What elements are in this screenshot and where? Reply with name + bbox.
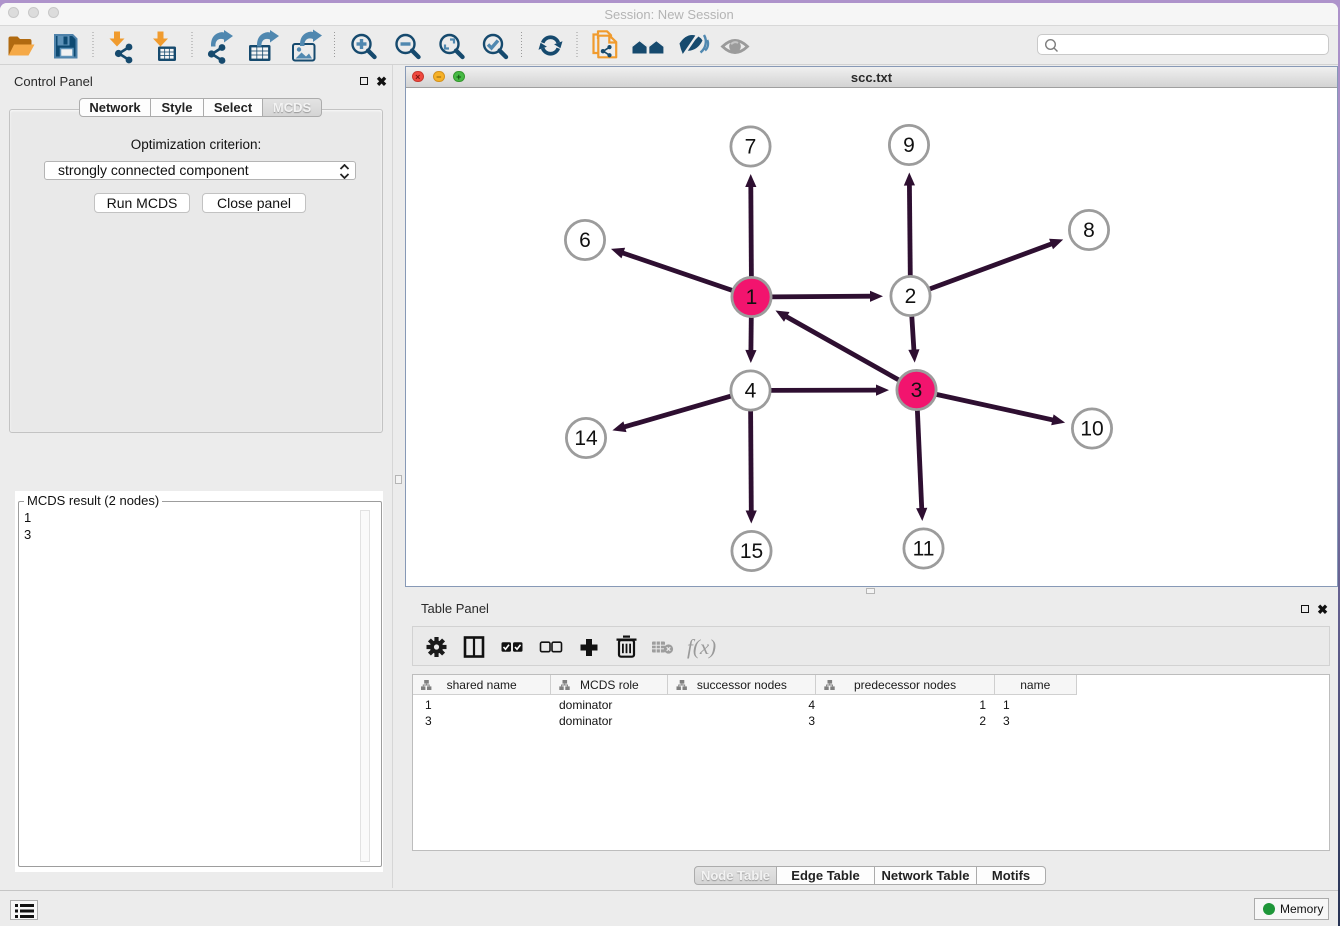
- svg-text:10: 10: [1080, 418, 1103, 441]
- svg-text:f(x): f(x): [687, 635, 716, 659]
- svg-text:2: 2: [905, 285, 917, 308]
- svg-text:8: 8: [1083, 219, 1095, 242]
- svg-text:11: 11: [913, 538, 935, 561]
- svg-text:7: 7: [745, 136, 757, 159]
- svg-text:9: 9: [903, 134, 915, 157]
- svg-text:15: 15: [740, 540, 763, 563]
- svg-text:1: 1: [746, 286, 758, 309]
- svg-text:4: 4: [745, 380, 757, 403]
- svg-text:6: 6: [579, 229, 591, 252]
- svg-text:14: 14: [574, 427, 598, 450]
- svg-text:3: 3: [911, 379, 923, 402]
